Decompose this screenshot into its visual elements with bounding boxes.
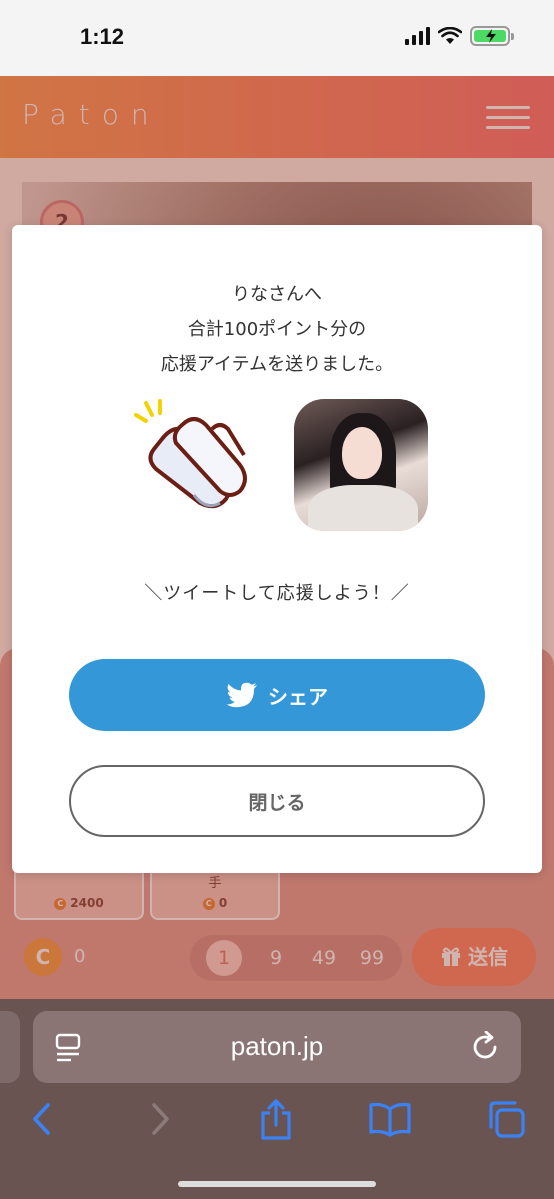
- modal-message: りなさんへ 合計100ポイント分の 応援アイテムを送りました。: [12, 277, 542, 382]
- tweet-prompt: ＼ツイートして応援しよう！／: [144, 583, 410, 604]
- clapping-hands-icon: [134, 399, 247, 509]
- reload-icon[interactable]: [471, 1031, 501, 1063]
- message-line: 応援アイテムを送りました。: [160, 354, 394, 375]
- message-line: りなさんへ: [232, 284, 322, 305]
- home-indicator: [178, 1181, 376, 1187]
- browser-bar: paton.jp: [0, 999, 554, 1199]
- status-bar: 1:12: [0, 0, 554, 76]
- close-label: 閉じる: [248, 791, 306, 814]
- status-icons: [405, 26, 514, 46]
- gift-sent-modal: りなさんへ 合計100ポイント分の 応援アイテムを送りました。 ＼ツイートして応…: [12, 225, 542, 873]
- url-text: paton.jp: [230, 1031, 324, 1061]
- share-button[interactable]: シェア: [69, 659, 485, 731]
- battery-icon: [470, 26, 514, 46]
- share-icon[interactable]: [254, 1097, 298, 1141]
- twitter-icon: [226, 682, 257, 708]
- close-button[interactable]: 閉じる: [69, 765, 485, 837]
- browser-toolbar: [0, 1095, 554, 1155]
- wifi-icon: [438, 27, 462, 44]
- address-bar[interactable]: paton.jp: [33, 1011, 521, 1083]
- back-icon[interactable]: [20, 1097, 64, 1141]
- status-time: 1:12: [80, 24, 125, 49]
- forward-icon[interactable]: [138, 1097, 182, 1141]
- previous-tab[interactable]: [0, 1011, 20, 1083]
- tabs-icon[interactable]: [484, 1097, 528, 1141]
- message-line: 合計100ポイント分の: [187, 319, 367, 340]
- share-label: シェア: [268, 684, 328, 709]
- signal-icon: [405, 27, 430, 45]
- bookmarks-icon[interactable]: [368, 1097, 412, 1141]
- recipient-photo: [294, 399, 428, 531]
